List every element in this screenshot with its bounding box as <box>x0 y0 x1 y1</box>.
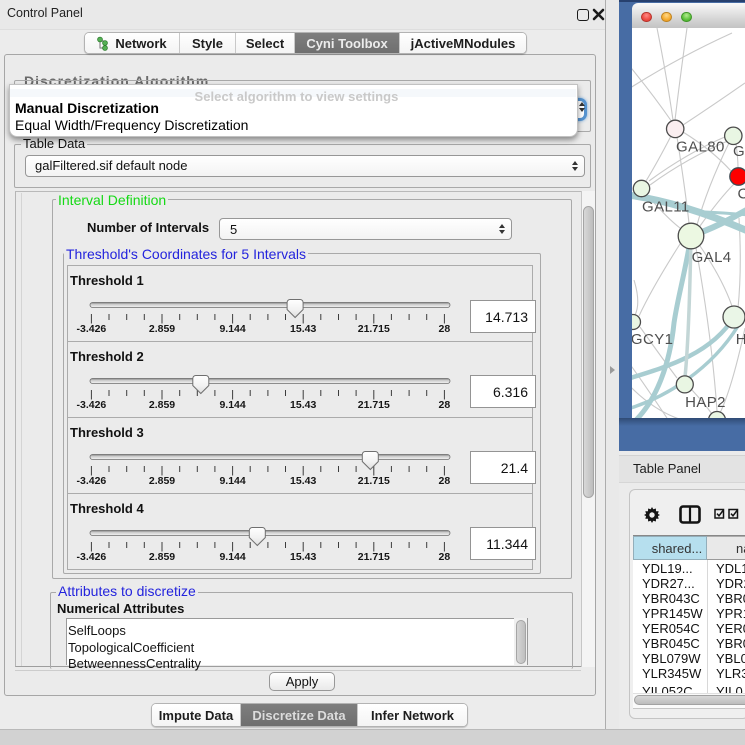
svg-text:GAL4: GAL4 <box>692 249 732 266</box>
svg-text:HIS: HIS <box>736 331 745 348</box>
svg-text:GAL80: GAL80 <box>676 139 725 156</box>
svg-text:HAP2: HAP2 <box>685 394 726 411</box>
svg-text:CD: CD <box>738 186 745 203</box>
svg-text:GAL: GAL <box>733 143 745 160</box>
svg-text:GAL11: GAL11 <box>642 198 690 215</box>
svg-text:GCY1: GCY1 <box>632 331 673 348</box>
